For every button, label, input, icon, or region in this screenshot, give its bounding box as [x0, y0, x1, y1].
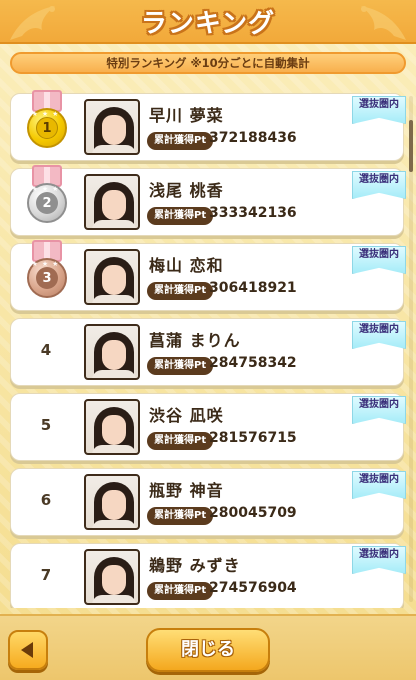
ranking-list[interactable]: 1 ★★★ 早川 夢菜 累計獲得Pt 372188436 選抜圏内 2 ★★★ 浅尾 桃香 累計獲… [0, 88, 416, 608]
member-name: 渋谷 凪咲 [149, 406, 224, 425]
selection-status-badge: 選抜圏内 [352, 546, 406, 574]
points-label: 累計獲得Pt [147, 282, 214, 300]
points-value: 274576904 [209, 580, 297, 596]
header-bar: ランキング [0, 0, 416, 44]
ranking-row[interactable]: 3 ★★★ 梅山 恋和累計獲得Pt 306418921 選抜圏内 [10, 240, 406, 312]
member-name: 浅尾 桃香 [149, 181, 224, 200]
bronze-medal-icon: 3 ★★★ [23, 240, 71, 306]
rank-area: 7 [11, 544, 81, 608]
photo-face [102, 490, 126, 520]
ranking-row[interactable]: 7 鵜野 みずき 累計獲得Pt 274576904 選抜圏内 [10, 543, 406, 608]
rank-number: 4 [40, 341, 52, 359]
ranking-row[interactable]: 6 瓶野 神音累計獲得Pt 280045709 選抜圏内 [10, 468, 406, 537]
member-photo[interactable] [84, 99, 140, 155]
selection-status-badge: 選抜圏内 [352, 96, 406, 124]
points-value: 281576715 [209, 430, 297, 446]
member-name: 鵜野 みずき [149, 556, 241, 575]
member-photo[interactable] [84, 399, 140, 455]
member-name: 瓶野 神音 [149, 481, 224, 500]
points-value: 284758342 [209, 355, 297, 371]
selection-status-badge: 選抜圏内 [352, 396, 406, 424]
selection-status-badge: 選抜圏内 [352, 471, 406, 499]
points-label: 累計獲得Pt [147, 507, 214, 525]
points-label: 累計獲得Pt [147, 132, 214, 150]
star-decoration-icon: ★★★ [31, 260, 63, 268]
points-value: 280045709 [209, 505, 297, 521]
photo-body [92, 370, 136, 378]
rank-area: 4 [11, 319, 81, 387]
rank-number: 3 [36, 267, 58, 289]
silver-medal-icon: 2 ★★★ [23, 165, 71, 231]
close-button[interactable]: 閉じる [146, 628, 270, 672]
rank-number: 1 [36, 117, 58, 139]
member-name: 菖蒲 まりん [149, 331, 241, 350]
rank-number: 2 [36, 192, 58, 214]
member-photo[interactable] [84, 174, 140, 230]
member-photo[interactable] [84, 324, 140, 380]
photo-body [92, 595, 136, 603]
triangle-left-icon [21, 642, 33, 658]
ranking-row[interactable]: 4 菖蒲 まりん 累計獲得Pt 284758342 選抜圏内 [10, 318, 406, 387]
photo-body [92, 445, 136, 453]
star-decoration-icon: ★★★ [31, 110, 63, 118]
gold-medal-icon: 1 ★★★ [23, 90, 71, 156]
ranking-row[interactable]: 1 ★★★ 早川 夢菜累計獲得Pt 372188436 選抜圏内 [10, 90, 406, 162]
photo-body [92, 145, 136, 153]
member-photo[interactable] [84, 549, 140, 605]
rank-area: 1 ★★★ [11, 90, 81, 162]
points-value: 333342136 [209, 205, 297, 221]
page-title: ランキング [140, 9, 276, 39]
scrollbar-thumb[interactable] [409, 120, 413, 172]
points-label: 累計獲得Pt [147, 357, 214, 375]
rank-area: 2 ★★★ [11, 165, 81, 237]
ranking-row[interactable]: 2 ★★★ 浅尾 桃香累計獲得Pt 333342136 選抜圏内 [10, 165, 406, 237]
ranking-subtitle: 特別ランキング ※10分ごとに自動集計 [10, 52, 406, 74]
photo-face [102, 340, 126, 370]
selection-status-badge: 選抜圏内 [352, 321, 406, 349]
ranking-row[interactable]: 5 渋谷 凪咲累計獲得Pt 281576715 選抜圏内 [10, 393, 406, 462]
footer-bar: 閉じる [0, 614, 416, 680]
photo-body [92, 520, 136, 528]
points-value: 372188436 [209, 130, 297, 146]
photo-face [102, 115, 126, 145]
ranking-screen: ランキング 特別ランキング ※10分ごとに自動集計 1 ★★★ 早川 夢菜 累計獲得P… [0, 0, 416, 680]
rank-number: 7 [40, 566, 52, 584]
rank-number: 5 [40, 416, 52, 434]
rank-area: 5 [11, 394, 81, 462]
back-button[interactable] [8, 630, 48, 670]
star-decoration-icon: ★★★ [31, 185, 63, 193]
points-label: 累計獲得Pt [147, 207, 214, 225]
member-name: 早川 夢菜 [149, 106, 224, 125]
member-photo[interactable] [84, 249, 140, 305]
photo-face [102, 415, 126, 445]
rank-area: 6 [11, 469, 81, 537]
selection-status-badge: 選抜圏内 [352, 171, 406, 199]
member-name: 梅山 恋和 [149, 256, 224, 275]
points-value: 306418921 [209, 280, 297, 296]
photo-face [102, 565, 126, 595]
photo-face [102, 190, 126, 220]
photo-body [92, 295, 136, 303]
rank-number: 6 [40, 491, 52, 509]
points-label: 累計獲得Pt [147, 432, 214, 450]
rank-area: 3 ★★★ [11, 240, 81, 312]
photo-body [92, 220, 136, 228]
member-photo[interactable] [84, 474, 140, 530]
points-label: 累計獲得Pt [147, 582, 214, 600]
selection-status-badge: 選抜圏内 [352, 246, 406, 274]
photo-face [102, 265, 126, 295]
